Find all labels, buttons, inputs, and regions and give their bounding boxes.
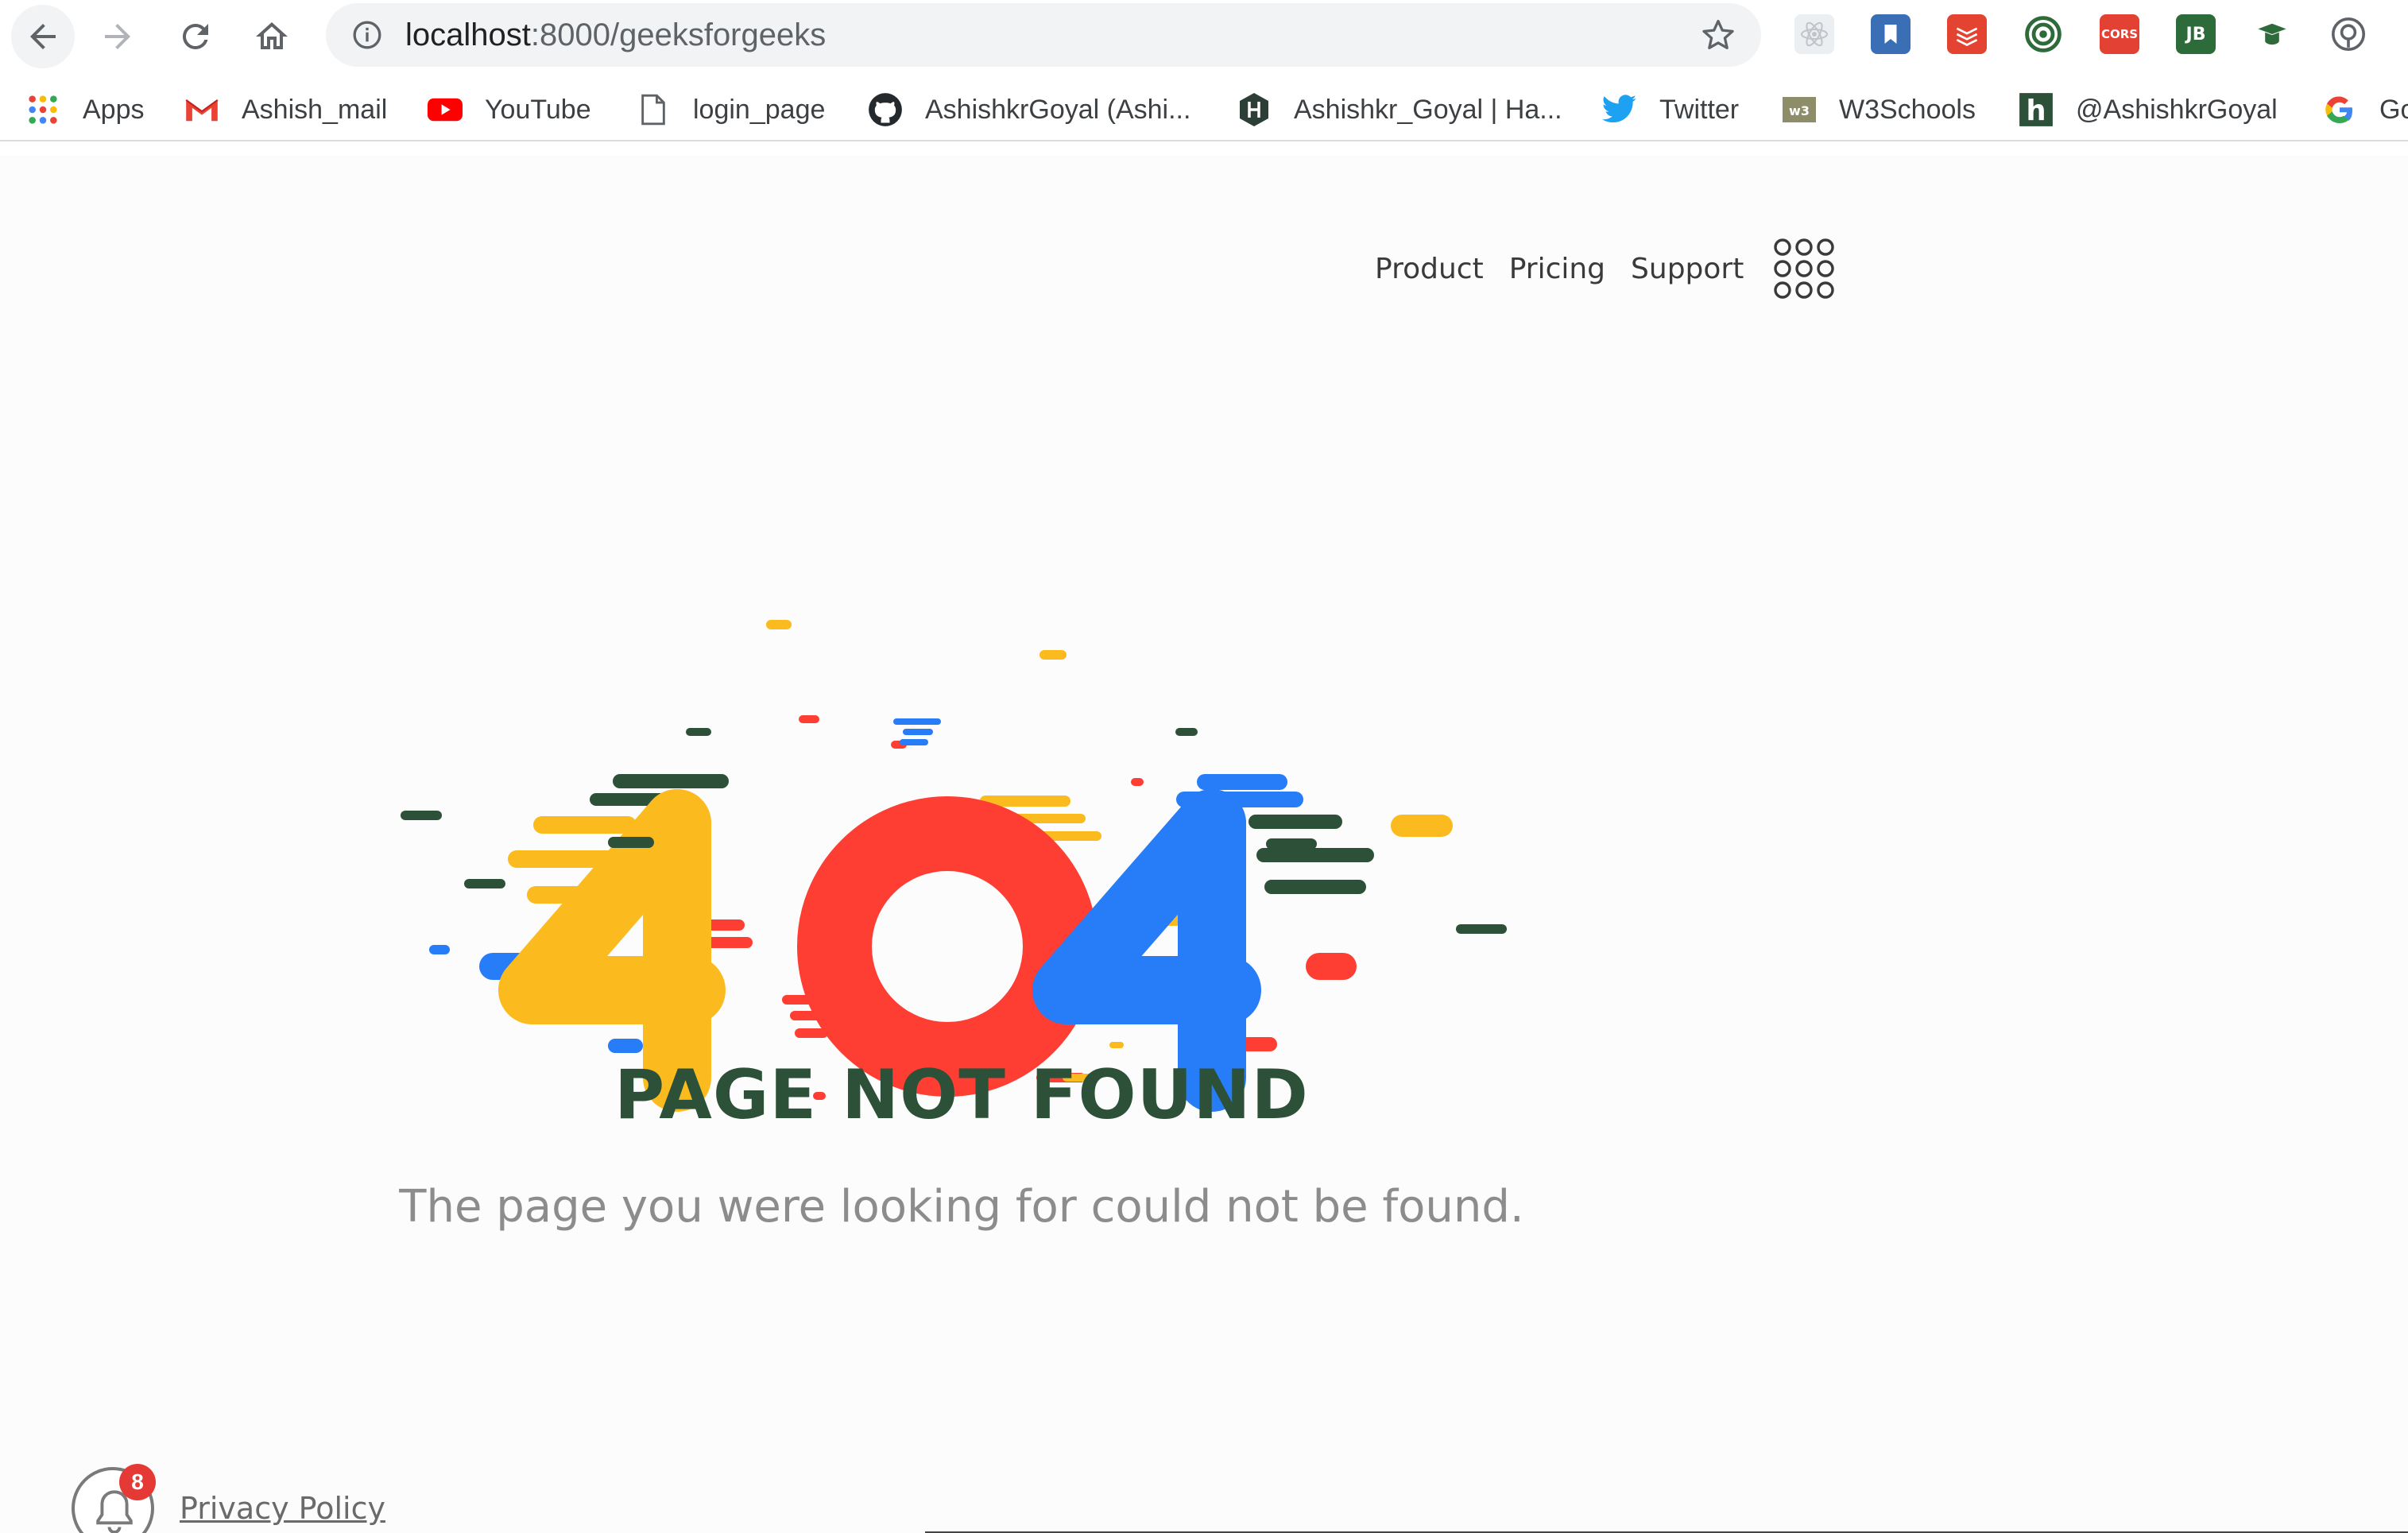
bookmark-hackerrank[interactable]: Ashishkr_Goyal | Ha... bbox=[1237, 89, 1562, 130]
cors-icon[interactable]: CORS bbox=[2100, 14, 2139, 54]
notification-count-badge: 8 bbox=[119, 1464, 156, 1500]
gmail-icon bbox=[184, 92, 219, 127]
url-text[interactable]: localhost:8000/geeksforgeeks bbox=[405, 16, 826, 54]
home-button[interactable] bbox=[240, 5, 304, 68]
tracker-icon[interactable] bbox=[2023, 14, 2063, 54]
reload-button[interactable] bbox=[164, 5, 227, 68]
address-bar[interactable]: localhost:8000/geeksforgeeks bbox=[326, 3, 1761, 67]
apps-grid-icon bbox=[25, 92, 60, 127]
grad-cap-icon[interactable] bbox=[2252, 14, 2292, 54]
url-host: localhost bbox=[405, 17, 531, 52]
bookmark-label: Ashish_mail bbox=[242, 94, 388, 125]
digit-zero bbox=[797, 796, 1098, 1097]
home-icon bbox=[256, 22, 288, 49]
nav-support-link[interactable]: Support bbox=[1631, 253, 1744, 285]
jetbrains-icon[interactable]: JB bbox=[2176, 14, 2216, 54]
browser-toolbar: localhost:8000/geeksforgeeks CORS JB bbox=[0, 0, 2408, 73]
bookmark-label: Ashishkr_Goyal | Ha... bbox=[1294, 94, 1562, 125]
svg-text:w3: w3 bbox=[1789, 103, 1810, 118]
arrow-left-icon bbox=[30, 24, 56, 49]
bookmark-star-icon[interactable] bbox=[1701, 17, 1736, 52]
bookmark-label: YouTube bbox=[485, 94, 591, 125]
bookmark-manager-icon[interactable] bbox=[1871, 14, 1911, 54]
bookmark-google[interactable]: Go bbox=[2322, 89, 2408, 130]
url-path: :8000/geeksforgeeks bbox=[530, 17, 827, 52]
app-grid-menu-icon[interactable] bbox=[1771, 235, 1837, 302]
page-subtitle: The page you were looking for could not … bbox=[399, 1181, 1524, 1233]
bookmarks-bar: Apps Ashish_mail YouTube login_page Ashi… bbox=[0, 78, 2408, 141]
svg-text:h: h bbox=[2026, 95, 2046, 127]
page-icon bbox=[636, 92, 671, 127]
bookmark-github[interactable]: AshishkrGoyal (Ashi... bbox=[868, 89, 1190, 130]
google-icon bbox=[2322, 92, 2357, 127]
info-icon[interactable] bbox=[351, 19, 383, 51]
bookmark-label: @AshishkrGoyal bbox=[2076, 94, 2278, 125]
bookmark-w3schools[interactable]: w3 W3Schools bbox=[1782, 89, 1976, 130]
page-title: PAGE NOT FOUND bbox=[614, 1055, 1309, 1135]
bookmark-twitter[interactable]: Twitter bbox=[1602, 89, 1739, 130]
top-navigation: Product Pricing Support bbox=[1375, 235, 1837, 302]
reload-icon bbox=[182, 23, 208, 49]
react-devtools-icon[interactable] bbox=[1794, 14, 1834, 54]
back-button[interactable] bbox=[11, 5, 75, 68]
bookmark-login-page[interactable]: login_page bbox=[636, 89, 825, 130]
privacy-policy-link[interactable]: Privacy Policy bbox=[180, 1491, 385, 1526]
youtube-icon bbox=[428, 92, 463, 127]
page-content: Product Pricing Support PAGE NOT FOUND T… bbox=[0, 156, 2408, 1533]
forward-button[interactable] bbox=[86, 5, 149, 68]
bookmark-ashish-mail[interactable]: Ashish_mail bbox=[184, 89, 387, 130]
w3schools-icon: w3 bbox=[1782, 92, 1817, 127]
bookmark-label: Twitter bbox=[1659, 94, 1740, 125]
bookmark-hashnode[interactable]: h @AshishkrGoyal bbox=[2019, 89, 2278, 130]
error-404-illustration bbox=[401, 620, 1507, 1112]
nav-product-link[interactable]: Product bbox=[1375, 253, 1484, 285]
arrow-right-icon bbox=[105, 24, 130, 49]
hashnode-icon: h bbox=[2019, 92, 2054, 127]
bookmark-youtube[interactable]: YouTube bbox=[428, 89, 591, 130]
nav-pricing-link[interactable]: Pricing bbox=[1509, 253, 1605, 285]
bookmark-label: AshishkrGoyal (Ashi... bbox=[925, 94, 1191, 125]
bookmark-label: login_page bbox=[693, 94, 826, 125]
digit-four-right bbox=[1032, 789, 1261, 1112]
hackerrank-icon bbox=[1237, 92, 1272, 127]
bookmark-apps[interactable]: Apps bbox=[25, 89, 145, 130]
github-icon bbox=[868, 92, 903, 127]
bookmark-label: W3Schools bbox=[1839, 94, 1976, 125]
bookmark-label: Apps bbox=[83, 94, 145, 125]
octotree-icon[interactable] bbox=[2329, 14, 2368, 54]
bookmark-label: Go bbox=[2379, 94, 2408, 125]
todoist-icon[interactable] bbox=[1947, 14, 1987, 54]
twitter-icon bbox=[1602, 92, 1637, 127]
